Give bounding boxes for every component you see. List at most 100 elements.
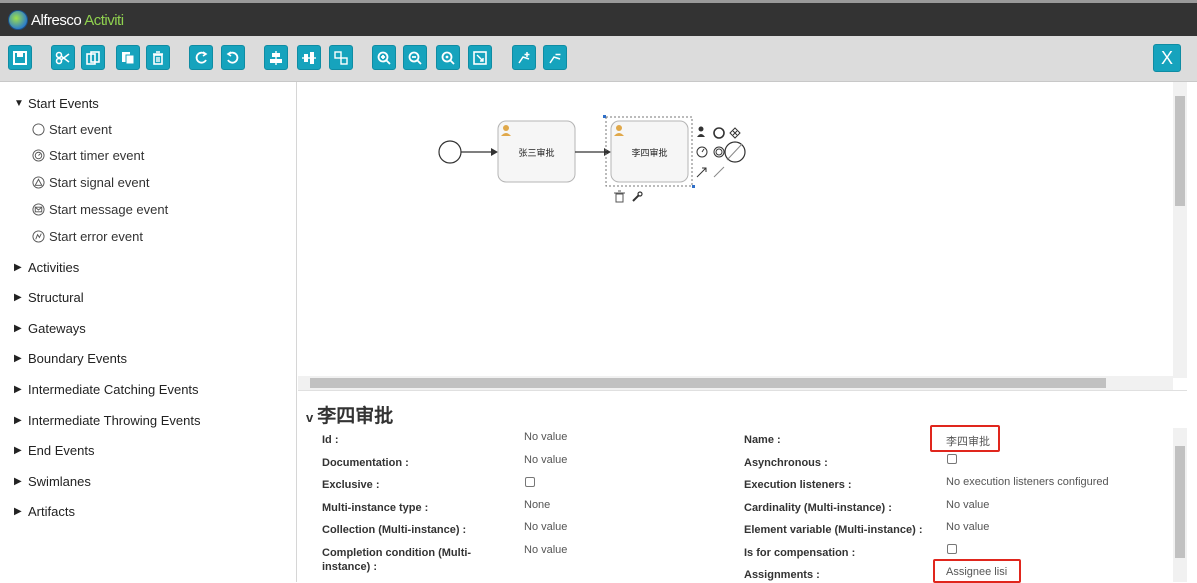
chevron-right-icon: ▶: [14, 292, 22, 303]
align-vertical-button[interactable]: [297, 45, 321, 70]
zoom-actual-icon: [441, 51, 455, 65]
save-icon: [13, 50, 27, 65]
prop-label-id: Id :: [322, 434, 339, 446]
canvas-vertical-scrollbar[interactable]: [1173, 82, 1187, 378]
connect-arrow-icon[interactable]: [696, 167, 707, 178]
editor-toolbar: X: [0, 36, 1197, 82]
chevron-right-icon: ▶: [14, 415, 22, 426]
paste-button[interactable]: [116, 45, 140, 70]
prop-label-exclusive: Exclusive :: [322, 479, 380, 491]
zoom-out-button[interactable]: [403, 45, 427, 70]
start-event-shape[interactable]: [438, 140, 462, 164]
zoom-out-icon: [408, 51, 422, 65]
bend-point-add-button[interactable]: [512, 45, 536, 70]
delete-button[interactable]: [146, 45, 170, 70]
palette-item-start-timer-event[interactable]: Start timer event: [31, 148, 144, 163]
zoom-in-button[interactable]: [372, 45, 396, 70]
chevron-right-icon: ▶: [14, 506, 22, 517]
asynchronous-checkbox[interactable]: [947, 454, 957, 464]
chevron-down-icon: ▼: [14, 98, 24, 109]
group-end-events[interactable]: ▶ End Events: [14, 443, 95, 458]
cut-button[interactable]: [51, 45, 75, 70]
brand-name: Alfresco: [31, 11, 82, 29]
group-activities[interactable]: ▶ Activities: [14, 260, 79, 275]
prop-value-execution-listeners[interactable]: No execution listeners configured: [946, 476, 1109, 488]
group-intermediate-catching-events[interactable]: ▶ Intermediate Catching Events: [14, 382, 199, 397]
prop-value-collection[interactable]: No value: [524, 521, 567, 533]
window-edge: [1187, 82, 1197, 582]
prop-label-documentation: Documentation :: [322, 457, 409, 469]
prop-value-documentation[interactable]: No value: [524, 454, 567, 466]
group-artifacts[interactable]: ▶ Artifacts: [14, 504, 75, 519]
chevron-right-icon: ▶: [14, 384, 22, 395]
chevron-down-icon: v: [306, 410, 314, 425]
error-icon: [31, 230, 45, 244]
paste-icon: [122, 51, 135, 64]
prop-value-id[interactable]: No value: [524, 431, 567, 443]
zoom-actual-button[interactable]: [436, 45, 460, 70]
palette-item-start-message-event[interactable]: Start message event: [31, 202, 168, 217]
prop-value-cardinality[interactable]: No value: [946, 499, 989, 511]
copy-button[interactable]: [81, 45, 105, 70]
prop-label-collection: Collection (Multi-instance) :: [322, 524, 467, 536]
zoom-fit-icon: [473, 50, 487, 65]
logo-icon: [8, 10, 28, 30]
close-button[interactable]: X: [1153, 44, 1181, 72]
chevron-right-icon: ▶: [14, 353, 22, 364]
prop-value-element-variable[interactable]: No value: [946, 521, 989, 533]
group-start-events[interactable]: ▼ Start Events: [14, 96, 99, 111]
end-event-icon[interactable]: [713, 127, 725, 139]
task1-label: 张三审批: [518, 147, 554, 159]
properties-panel: v 李四审批 Id : No value Documentation : No v…: [298, 390, 1197, 583]
group-gateways[interactable]: ▶ Gateways: [14, 321, 86, 336]
group-intermediate-throwing-events[interactable]: ▶ Intermediate Throwing Events: [14, 413, 200, 428]
sequence-flow-1[interactable]: [461, 148, 498, 156]
user-task-1[interactable]: 张三审批: [497, 120, 576, 183]
chevron-right-icon: ▶: [14, 476, 22, 487]
group-swimlanes[interactable]: ▶ Swimlanes: [14, 474, 91, 489]
palette-item-start-signal-event[interactable]: Start signal event: [31, 175, 149, 190]
scroll-thumb[interactable]: [1175, 96, 1185, 206]
prop-value-multi-instance-type[interactable]: None: [524, 499, 550, 511]
save-button[interactable]: [8, 45, 32, 70]
app-logo: Alfresco Activiti: [8, 10, 124, 30]
timer-icon[interactable]: [696, 146, 708, 158]
bend-point-remove-button[interactable]: [543, 45, 567, 70]
scissors-icon: [55, 51, 70, 64]
redo-button[interactable]: [189, 45, 213, 70]
task2-label: 李四审批: [631, 147, 667, 159]
group-boundary-events[interactable]: ▶ Boundary Events: [14, 351, 127, 366]
wrench-icon[interactable]: [632, 191, 643, 202]
line-icon[interactable]: [713, 166, 725, 178]
bend-add-icon: [518, 51, 530, 63]
align-horizontal-button[interactable]: [264, 45, 288, 70]
diagram-canvas[interactable]: 张三审批 李四审批: [298, 82, 1173, 376]
properties-scrollbar[interactable]: [1173, 428, 1187, 582]
zoom-fit-button[interactable]: [468, 45, 492, 70]
shape-palette: ▼ Start Events Start event Start timer ev…: [0, 82, 297, 582]
user-task-icon[interactable]: [697, 126, 705, 138]
signal-icon: [31, 176, 45, 190]
user-task-2-selected[interactable]: 李四审批: [603, 115, 695, 188]
trash-icon[interactable]: [614, 190, 625, 203]
assignments-highlight: [933, 559, 1021, 583]
scroll-thumb[interactable]: [310, 378, 1106, 388]
same-size-button[interactable]: [329, 45, 353, 70]
redo-icon: [195, 50, 208, 64]
palette-item-start-event[interactable]: Start event: [31, 122, 112, 137]
palette-item-start-error-event[interactable]: Start error event: [31, 229, 143, 244]
properties-title[interactable]: v 李四审批: [306, 401, 393, 428]
same-size-icon: [334, 50, 348, 65]
undo-button[interactable]: [221, 45, 245, 70]
prop-value-completion-condition[interactable]: No value: [524, 544, 567, 556]
copy-icon: [86, 50, 100, 65]
gateway-icon[interactable]: [729, 127, 741, 139]
compensation-checkbox[interactable]: [947, 544, 957, 554]
scroll-thumb[interactable]: [1175, 446, 1185, 558]
exclusive-checkbox[interactable]: [525, 477, 535, 487]
group-structural[interactable]: ▶ Structural: [14, 290, 84, 305]
align-vertical-icon: [302, 51, 316, 64]
canvas-horizontal-scrollbar[interactable]: [298, 376, 1173, 390]
prop-label-execution-listeners: Execution listeners :: [744, 479, 852, 491]
intermediate-event-icon[interactable]: [713, 146, 725, 158]
